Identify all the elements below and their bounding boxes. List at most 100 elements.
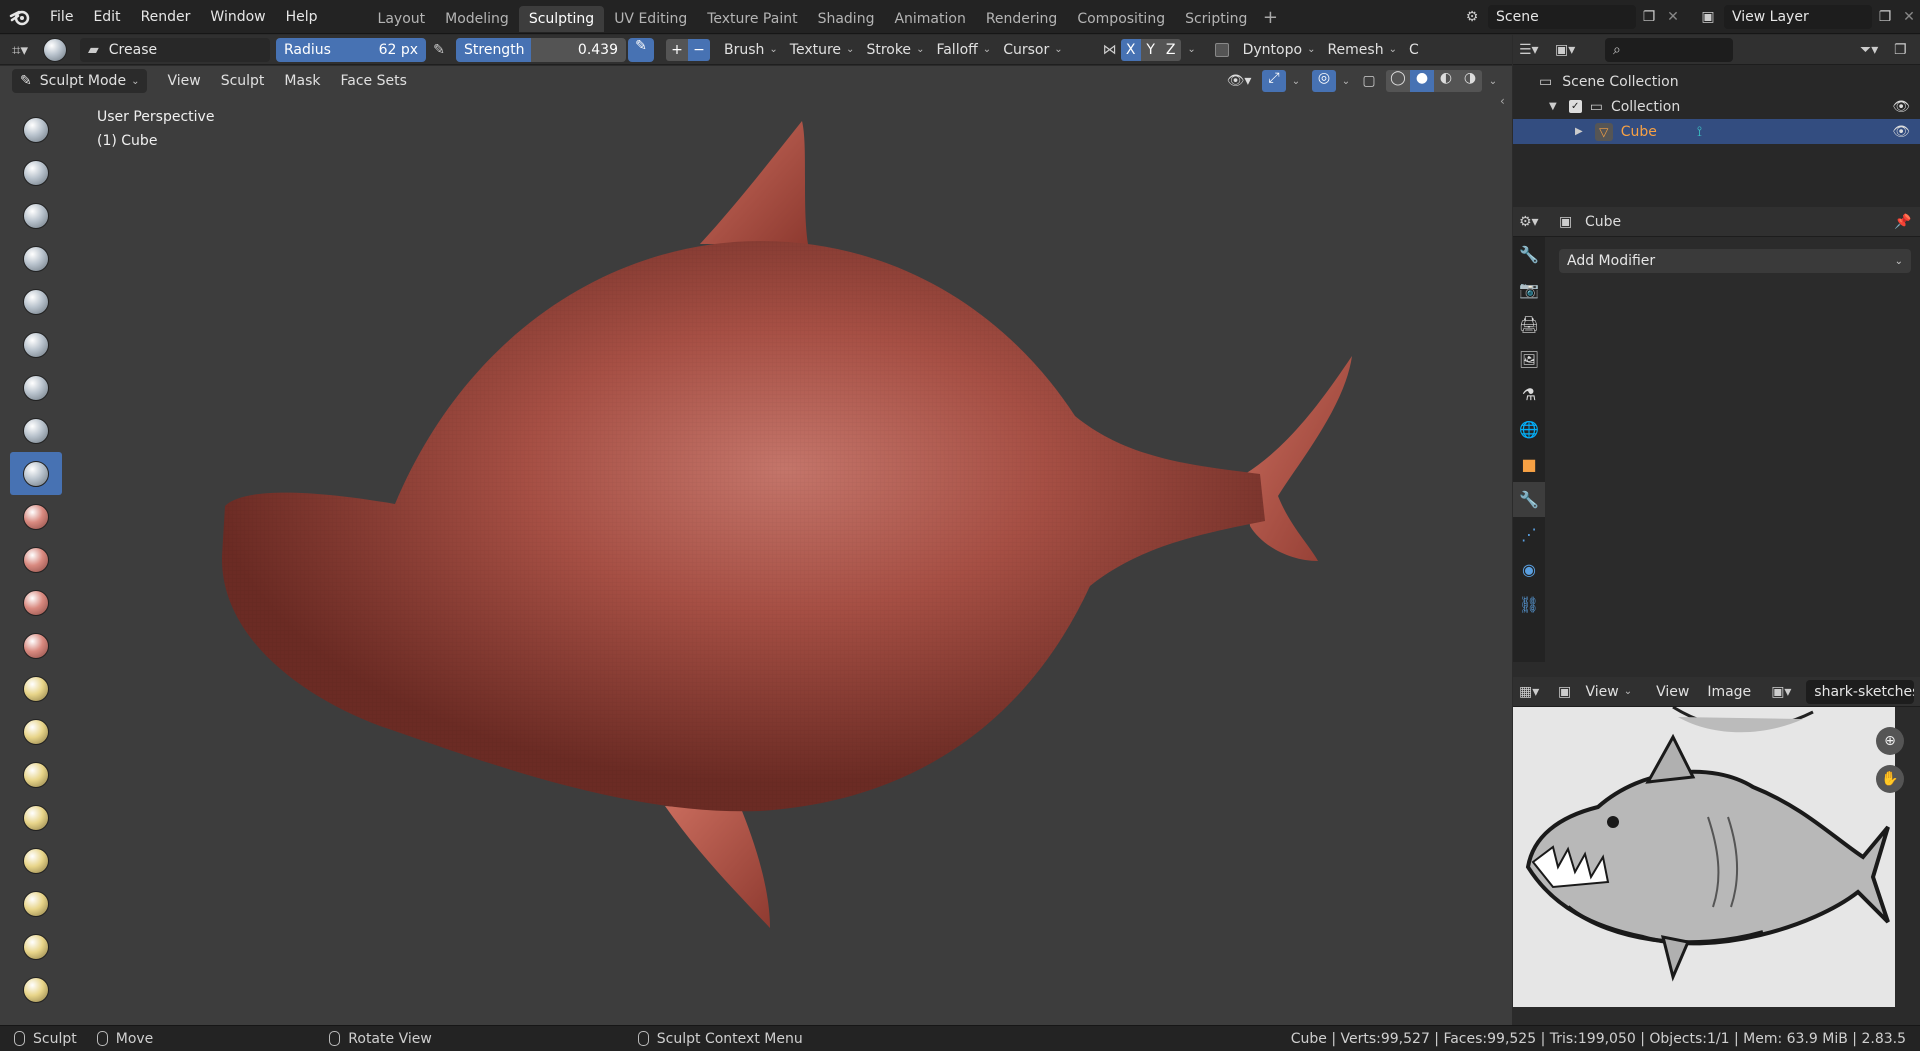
outliner-editor-type-icon[interactable]: ☰▾: [1519, 42, 1555, 58]
tool-tab-icon[interactable]: 🔧: [1513, 237, 1545, 272]
add-modifier-dropdown[interactable]: Add Modifier ⌄: [1559, 249, 1911, 273]
filter-icon[interactable]: ⏷▾: [1860, 42, 1894, 58]
menu-window[interactable]: Window: [200, 0, 275, 34]
3d-viewport[interactable]: User Perspective (1) Cube ‹: [0, 66, 1512, 1025]
axis-z-toggle[interactable]: Z: [1160, 38, 1181, 61]
new-view-layer-icon[interactable]: ❐: [1872, 9, 1898, 25]
zoom-icon[interactable]: ⊕: [1876, 727, 1904, 755]
new-scene-icon[interactable]: ❐: [1636, 9, 1662, 25]
dyntopo-dropdown[interactable]: Dyntopo ⌄: [1237, 38, 1322, 62]
menu-mask[interactable]: Mask: [274, 69, 330, 93]
grab-brush-icon[interactable]: [10, 710, 62, 753]
clay-strips-brush-icon[interactable]: [10, 237, 62, 280]
outliner-search-input[interactable]: ⌕: [1605, 37, 1733, 62]
draw-brush-icon[interactable]: [10, 108, 62, 151]
snake-hook-brush-icon[interactable]: [10, 796, 62, 839]
chevron-down-icon[interactable]: ⌄: [1286, 76, 1306, 87]
pin-icon[interactable]: 📌: [1894, 214, 1914, 230]
outliner-row-scene-collection[interactable]: ▭ Scene Collection: [1513, 69, 1920, 94]
sculpt-mode-dropdown[interactable]: ✎ Sculpt Mode ⌄: [12, 69, 148, 93]
xray-icon[interactable]: ▢: [1356, 73, 1382, 89]
output-tab-icon[interactable]: 🖨: [1513, 307, 1545, 342]
axis-y-toggle[interactable]: Y: [1140, 38, 1161, 61]
draw-sharp-brush-icon[interactable]: [10, 151, 62, 194]
radius-pressure-icon[interactable]: ✎: [426, 42, 452, 58]
chevron-down-icon[interactable]: ⌄: [1336, 76, 1356, 87]
flatten-brush-icon[interactable]: [10, 538, 62, 581]
axis-x-toggle[interactable]: X: [1120, 38, 1141, 61]
menu-view[interactable]: View: [157, 69, 210, 93]
rendered-shading-icon[interactable]: ◑: [1458, 70, 1482, 92]
pinch-brush-icon[interactable]: [10, 667, 62, 710]
tab-rendering[interactable]: Rendering: [976, 6, 1068, 32]
image-browse-icon[interactable]: ▣▾: [1771, 684, 1806, 700]
tab-compositing[interactable]: Compositing: [1067, 6, 1175, 32]
display-mode-icon[interactable]: ▣▾: [1555, 42, 1595, 58]
eye-icon[interactable]: 👁: [1892, 124, 1910, 140]
elastic-deform-brush-icon[interactable]: [10, 753, 62, 796]
remove-view-layer-icon[interactable]: ✕: [1898, 9, 1920, 25]
menu-sculpt[interactable]: Sculpt: [211, 69, 275, 93]
strength-slider[interactable]: Strength 0.439: [456, 37, 626, 62]
tab-texture-paint[interactable]: Texture Paint: [697, 6, 807, 32]
smooth-brush-icon[interactable]: [10, 495, 62, 538]
add-workspace-icon[interactable]: +: [1257, 7, 1283, 28]
disclosure-right-icon[interactable]: ▶: [1575, 126, 1583, 137]
symmetry-icon[interactable]: ⋈: [1099, 42, 1121, 58]
scene-selector-icon[interactable]: ⚙: [1456, 9, 1488, 25]
tab-modeling[interactable]: Modeling: [435, 6, 519, 32]
exclude-checkbox[interactable]: ✓: [1568, 100, 1582, 113]
reference-image[interactable]: [1513, 707, 1895, 1007]
rotate-brush-icon[interactable]: [10, 968, 62, 1011]
thumb-brush-icon[interactable]: [10, 839, 62, 882]
direction-add-button[interactable]: +: [666, 38, 688, 61]
physics-tab-icon[interactable]: ◉: [1513, 552, 1545, 587]
object-tab-icon[interactable]: ■: [1513, 447, 1545, 482]
menu-edit[interactable]: Edit: [83, 0, 130, 34]
wireframe-shading-icon[interactable]: ◯: [1386, 70, 1410, 92]
pose-brush-icon[interactable]: [10, 882, 62, 925]
outliner-row-collection[interactable]: ▼ ✓ ▭ Collection 👁: [1513, 94, 1920, 119]
scrape-brush-icon[interactable]: [10, 624, 62, 667]
crease-brush-icon[interactable]: [10, 452, 62, 495]
radius-slider[interactable]: Radius 62 px: [276, 37, 426, 62]
menu-image[interactable]: Image: [1701, 680, 1757, 704]
new-collection-icon[interactable]: ❐: [1894, 42, 1914, 58]
fill-brush-icon[interactable]: [10, 581, 62, 624]
view-mode-dropdown[interactable]: View ⌄: [1579, 680, 1638, 704]
properties-editor-type-icon[interactable]: ⚙▾: [1519, 214, 1559, 230]
falloff-dropdown[interactable]: Falloff ⌄: [930, 38, 997, 62]
menu-render[interactable]: Render: [131, 0, 201, 34]
chevron-down-icon[interactable]: ⌄: [1482, 76, 1504, 87]
tab-uv-editing[interactable]: UV Editing: [604, 6, 697, 32]
modifier-tab-icon[interactable]: 🔧: [1513, 482, 1545, 517]
render-tab-icon[interactable]: 📷: [1513, 272, 1545, 307]
pan-hand-icon[interactable]: ✋: [1876, 765, 1904, 793]
direction-subtract-button[interactable]: −: [688, 38, 710, 61]
world-tab-icon[interactable]: 🌐: [1513, 412, 1545, 447]
editor-type-icon[interactable]: ⌗▾: [0, 41, 40, 59]
chevron-down-icon[interactable]: ⌄: [1181, 44, 1203, 55]
constraints-tab-icon[interactable]: ⛓: [1513, 587, 1545, 622]
brush-dropdown[interactable]: Brush ⌄: [718, 38, 784, 62]
tab-scripting[interactable]: Scripting: [1175, 6, 1257, 32]
stroke-dropdown[interactable]: Stroke ⌄: [860, 38, 930, 62]
menu-image-view[interactable]: View: [1650, 680, 1695, 704]
overflow-dropdown[interactable]: C: [1403, 38, 1425, 62]
strength-pressure-icon[interactable]: ✎: [628, 37, 654, 62]
menu-face-sets[interactable]: Face Sets: [330, 69, 416, 93]
blob-brush-icon[interactable]: [10, 409, 62, 452]
clay-brush-icon[interactable]: [10, 194, 62, 237]
eye-icon[interactable]: 👁: [1892, 99, 1910, 115]
sidebar-toggle-icon[interactable]: ‹: [1500, 94, 1512, 110]
view-layer-field[interactable]: View Layer: [1724, 4, 1872, 29]
tab-layout[interactable]: Layout: [368, 6, 436, 32]
material-shading-icon[interactable]: ◐: [1434, 70, 1458, 92]
inflate-brush-icon[interactable]: [10, 366, 62, 409]
tab-animation[interactable]: Animation: [884, 6, 975, 32]
tab-shading[interactable]: Shading: [808, 6, 885, 32]
menu-file[interactable]: File: [40, 0, 83, 34]
view-layer-icon[interactable]: ▣: [1692, 9, 1724, 25]
layer-brush-icon[interactable]: [10, 323, 62, 366]
dyntopo-checkbox[interactable]: [1214, 42, 1229, 57]
